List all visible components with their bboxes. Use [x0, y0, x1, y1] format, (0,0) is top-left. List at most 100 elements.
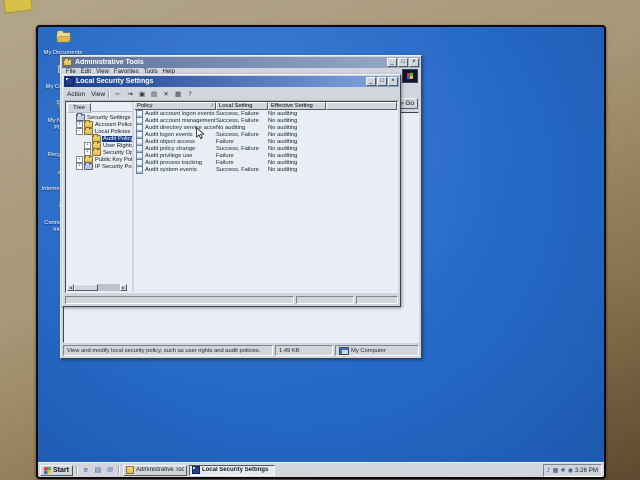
export-list-icon[interactable]: ▤	[149, 89, 159, 99]
windows-flag-icon	[44, 466, 51, 473]
tree-item-security-settings[interactable]: Security Settings	[66, 114, 132, 121]
lss-toolbar-icons: ←→▣▤✕▦?	[113, 89, 195, 99]
sort-indicator-icon: /	[212, 103, 213, 109]
delete-icon[interactable]: ✕	[161, 89, 171, 99]
effective-setting-cell: No auditing	[268, 160, 397, 166]
policy-list-pane: Policy / Local Setting Effective Setting Au…	[134, 102, 397, 292]
back-icon[interactable]: ←	[113, 89, 123, 99]
volume-icon[interactable]: ♪	[547, 466, 551, 475]
lss-window-title: Local Security Settings	[76, 78, 364, 85]
expand-icon[interactable]: +	[76, 163, 83, 170]
taskbar-tasks: Administrative Tools Local Security Setti…	[123, 465, 275, 476]
forward-icon[interactable]: →	[125, 89, 135, 99]
tray-icon-4[interactable]: ◉	[568, 466, 573, 475]
expand-icon[interactable]: +	[76, 121, 83, 128]
menu-item[interactable]: Action	[67, 91, 85, 98]
internet-explorer-icon[interactable]: e	[81, 465, 91, 475]
local-setting-cell: Failure	[216, 139, 268, 145]
policy-row-audit-system-events[interactable]: Audit system eventsSuccess, FailureNo au…	[134, 166, 397, 173]
admin-titlebar[interactable]: Administrative Tools _□×	[62, 57, 420, 68]
tree-item-label: Local Policies	[94, 129, 131, 135]
column-header-label: Policy	[137, 103, 152, 109]
minimize-button[interactable]: _	[387, 58, 397, 67]
properties-icon[interactable]: ▦	[173, 89, 183, 99]
local-setting-cell: Success, Failure	[216, 111, 268, 117]
effective-setting-cell: No auditing	[268, 132, 397, 138]
taskbar-task-local-security-settings[interactable]: Local Security Settings	[189, 465, 275, 476]
monitor-screen: Administrative Tools _□× FileEditViewFav…	[36, 25, 606, 479]
taskbar: Start e▤✉ Administrative Tools Local Secu…	[38, 462, 604, 477]
maximize-button[interactable]: □	[377, 77, 387, 86]
system-tray: ♪▦❖◉ 3:26 PM	[543, 464, 602, 477]
tree-item-local-policies[interactable]: - Local Policies	[66, 128, 132, 135]
policy-cell: Audit system events	[134, 166, 216, 174]
lss-titlebar[interactable]: Local Security Settings _□×	[64, 76, 399, 87]
tree-item-security-options[interactable]: +Security Options	[66, 149, 132, 156]
task-label: Local Security Settings	[202, 467, 268, 473]
scroll-left-icon[interactable]: ◄	[67, 284, 74, 291]
local-setting-cell: Failure	[216, 160, 268, 166]
status-zone: My Computer	[335, 345, 419, 356]
tab-tree[interactable]: Tree	[67, 103, 91, 113]
admin-window-controls: _□×	[387, 58, 419, 67]
tree-item-label: Public Key Policies	[94, 157, 134, 163]
collapse-icon[interactable]: -	[76, 128, 83, 135]
lss-window-controls: _□×	[366, 77, 398, 86]
tree-item-label: User Rights Assig	[102, 143, 134, 149]
task-label: Administrative Tools	[136, 467, 184, 473]
minimize-button[interactable]: _	[366, 77, 376, 86]
tree-item-public-key-policies[interactable]: + Public Key Policies	[66, 156, 132, 163]
effective-setting-cell: No auditing	[268, 125, 397, 131]
expand-icon[interactable]: +	[84, 142, 91, 149]
column-header-label: Effective Setting	[271, 103, 313, 109]
tree-item-user-rights-assig[interactable]: + User Rights Assig	[66, 142, 132, 149]
effective-setting-cell: No auditing	[268, 139, 397, 145]
column-header-effective-setting[interactable]: Effective Setting	[268, 102, 326, 110]
console-icon	[192, 466, 200, 474]
tree-horizontal-scrollbar[interactable]: ◄ ►	[67, 284, 127, 291]
column-header-filler	[326, 102, 397, 110]
desktop-icon-my-documents[interactable]: My Documents	[40, 29, 86, 57]
tree-item-label: Audit Policy	[102, 136, 134, 142]
tree-item-audit-policy[interactable]: Audit Policy	[66, 135, 132, 142]
column-header-label: Local Setting	[219, 103, 253, 109]
go-arrow-icon: »	[401, 100, 405, 107]
folder-icon	[92, 149, 101, 156]
taskbar-task-administrative-tools[interactable]: Administrative Tools	[123, 465, 187, 476]
lss-menu-bar: Action View	[67, 91, 105, 98]
local-setting-cell: Success, Failure	[216, 146, 268, 152]
tray-icon-3[interactable]: ❖	[560, 466, 565, 475]
menu-item[interactable]: View	[91, 91, 105, 98]
tree-item-ip-security-policies-on[interactable]: +IP Security Policies on	[66, 163, 132, 170]
close-button[interactable]: ×	[388, 77, 398, 86]
clock[interactable]: 3:26 PM	[575, 467, 598, 474]
status-file-size: 1.49 KB	[275, 345, 333, 356]
network-icon[interactable]: ▦	[553, 466, 559, 475]
maximize-button[interactable]: □	[398, 58, 408, 67]
close-button[interactable]: ×	[409, 58, 419, 67]
effective-setting-cell: No auditing	[268, 153, 397, 159]
tree-item-label: Security Settings	[86, 115, 132, 121]
start-button[interactable]: Start	[40, 465, 73, 476]
local-setting-cell: Success, Failure	[216, 167, 268, 173]
status-pane	[296, 296, 354, 304]
effective-setting-cell: No auditing	[268, 111, 397, 117]
outlook-express-icon[interactable]: ✉	[105, 465, 115, 475]
status-description: View and modify local security policy, s…	[63, 345, 273, 356]
scroll-right-icon[interactable]: ►	[120, 284, 127, 291]
scrollbar-thumb[interactable]	[74, 284, 98, 291]
tree-item-account-policies[interactable]: +Account Policies	[66, 121, 132, 128]
lss-toolbar: Action View ←→▣▤✕▦?	[64, 88, 399, 101]
help-icon[interactable]: ?	[185, 89, 195, 99]
folder-icon	[126, 466, 134, 474]
local-setting-cell: No auditing	[216, 125, 268, 131]
taskbar-separator	[118, 466, 120, 474]
local-setting-cell: Success, Failure	[216, 132, 268, 138]
show-desktop-icon[interactable]: ▤	[93, 465, 103, 475]
column-header-local-setting[interactable]: Local Setting	[216, 102, 268, 110]
show-tree-icon[interactable]: ▣	[137, 89, 147, 99]
scrollbar-track[interactable]	[98, 284, 120, 291]
tree-item-label: Security Options	[102, 150, 134, 156]
status-zone-label: My Computer	[351, 348, 386, 354]
expand-icon[interactable]: +	[76, 156, 83, 163]
